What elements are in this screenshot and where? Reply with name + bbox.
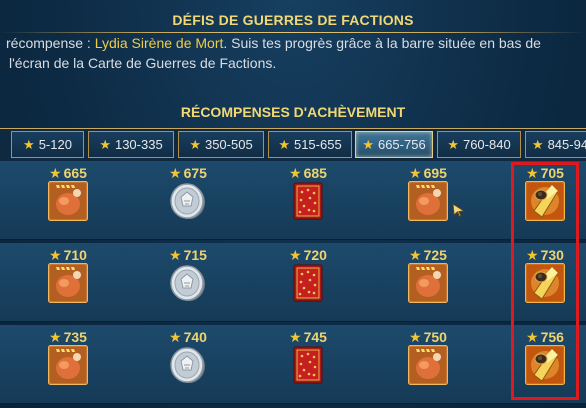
reward-value: 735 — [63, 329, 87, 345]
reward-cell[interactable]: ★ 720 — [278, 243, 338, 321]
reward-value: 675 — [183, 165, 207, 181]
reward-threshold: ★ 675 — [158, 165, 218, 182]
tab-label: 845-94 — [547, 137, 586, 152]
reward-threshold: ★ 740 — [158, 329, 218, 346]
star-icon: ★ — [278, 136, 290, 152]
reward-cell[interactable]: ★ 740 — [158, 325, 218, 403]
chicken-icon — [408, 181, 448, 221]
reward-cell[interactable]: ★ 745 — [278, 325, 338, 403]
tab-label: 760-840 — [462, 137, 511, 152]
star-icon: ★ — [23, 136, 35, 152]
star-icon: ★ — [289, 165, 302, 181]
star-icon: ★ — [99, 136, 111, 152]
reward-threshold: ★ 715 — [158, 247, 218, 264]
tab-label: 665-756 — [377, 137, 426, 152]
star-icon: ★ — [49, 329, 62, 345]
reward-value: 695 — [423, 165, 447, 181]
star-icon: ★ — [49, 165, 62, 181]
reward-cell[interactable]: ★ 735 — [38, 325, 98, 403]
reward-threshold: ★ 665 — [38, 165, 98, 182]
silver-coin-icon — [168, 345, 208, 385]
reward-value: 725 — [423, 247, 447, 263]
highlight-box — [511, 162, 579, 400]
cursor-icon — [452, 203, 466, 217]
star-icon: ★ — [289, 247, 302, 263]
reward-threshold: ★ 685 — [278, 165, 338, 182]
description-text: récompense : — [6, 35, 95, 51]
reward-cell[interactable]: ★ 725 — [398, 243, 458, 321]
reward-cell[interactable]: ★ 685 — [278, 161, 338, 239]
tab-range-130-335[interactable]: ★ 130-335 — [88, 131, 174, 158]
star-icon: ★ — [409, 247, 422, 263]
tab-range-350-505[interactable]: ★ 350-505 — [178, 131, 264, 158]
reward-value: 720 — [303, 247, 327, 263]
reward-threshold: ★ 745 — [278, 329, 338, 346]
star-icon: ★ — [169, 329, 182, 345]
page-title: DÉFIS DE GUERRES DE FACTIONS — [172, 12, 414, 28]
silver-coin-icon — [168, 263, 208, 303]
tab-range-515-655[interactable]: ★ 515-655 — [268, 131, 352, 158]
star-icon: ★ — [289, 329, 302, 345]
reward-value: 715 — [183, 247, 207, 263]
reward-threshold: ★ 750 — [398, 329, 458, 346]
star-icon: ★ — [362, 136, 374, 152]
reward-cell[interactable]: ★ 715 — [158, 243, 218, 321]
red-tome-icon — [288, 345, 328, 385]
tab-range-760-840[interactable]: ★ 760-840 — [437, 131, 521, 158]
star-icon: ★ — [531, 136, 544, 152]
tab-range-5-120[interactable]: ★ 5-120 — [11, 131, 84, 158]
description-line-2: l'écran de la Carte de Guerres de Factio… — [9, 55, 277, 71]
star-icon: ★ — [169, 247, 182, 263]
description-text: . Suis tes progrès grâce à la barre situ… — [223, 35, 541, 51]
rewards-grid: ★ 665 ★ 675 ★ 685 ★ 695 ★ 705 ★ 710 ★ 715 ★ 720 ★ 725 ★ 730… — [0, 161, 586, 408]
reward-threshold: ★ 725 — [398, 247, 458, 264]
chicken-icon — [48, 181, 88, 221]
reward-cell[interactable]: ★ 710 — [38, 243, 98, 321]
reward-value: 740 — [183, 329, 207, 345]
red-tome-icon — [288, 181, 328, 221]
chicken-icon — [408, 345, 448, 385]
tab-range-845-94[interactable]: ★ 845-94 — [525, 131, 586, 158]
star-icon: ★ — [169, 165, 182, 181]
header: DÉFIS DE GUERRES DE FACTIONS — [0, 0, 586, 34]
reward-cell[interactable]: ★ 695 — [398, 161, 458, 239]
star-icon: ★ — [447, 136, 459, 152]
reward-value: 685 — [303, 165, 327, 181]
tab-bar: ★ 5-120 ★ 130-335 ★ 350-505 ★ 515-655 ★ 665-756 ★ 7… — [0, 128, 586, 162]
star-icon: ★ — [189, 136, 201, 152]
red-tome-icon — [288, 263, 328, 303]
section-title: RÉCOMPENSES D'ACHÈVEMENT — [180, 104, 406, 120]
silver-coin-icon — [168, 181, 208, 221]
tab-label: 515-655 — [293, 137, 342, 152]
reward-value: 745 — [303, 329, 327, 345]
chicken-icon — [408, 263, 448, 303]
tab-label: 350-505 — [204, 137, 253, 152]
reward-cell[interactable]: ★ 750 — [398, 325, 458, 403]
chicken-icon — [48, 263, 88, 303]
reward-row: ★ 665 ★ 675 ★ 685 ★ 695 ★ 705 — [0, 161, 586, 240]
reward-row: ★ 735 ★ 740 ★ 745 ★ 750 ★ 756 — [0, 325, 586, 404]
reward-value: 710 — [63, 247, 87, 263]
star-icon: ★ — [409, 329, 422, 345]
tab-label: 5-120 — [38, 137, 72, 152]
reward-value: 665 — [63, 165, 87, 181]
description-line-1: récompense : Lydia Sirène de Mort. Suis … — [6, 33, 541, 53]
reward-row: ★ 710 ★ 715 ★ 720 ★ 725 ★ 730 — [0, 243, 586, 322]
reward-threshold: ★ 710 — [38, 247, 98, 264]
reward-cell[interactable]: ★ 675 — [158, 161, 218, 239]
star-icon: ★ — [49, 247, 62, 263]
tab-range-665-756[interactable]: ★ 665-756 — [355, 131, 433, 158]
reward-cell[interactable]: ★ 665 — [38, 161, 98, 239]
champion-name-link[interactable]: Lydia Sirène de Mort — [95, 35, 224, 51]
star-icon: ★ — [409, 165, 422, 181]
chicken-icon — [48, 345, 88, 385]
reward-threshold: ★ 735 — [38, 329, 98, 346]
reward-value: 750 — [423, 329, 447, 345]
tab-label: 130-335 — [114, 137, 163, 152]
reward-threshold: ★ 720 — [278, 247, 338, 264]
reward-threshold: ★ 695 — [398, 165, 458, 182]
